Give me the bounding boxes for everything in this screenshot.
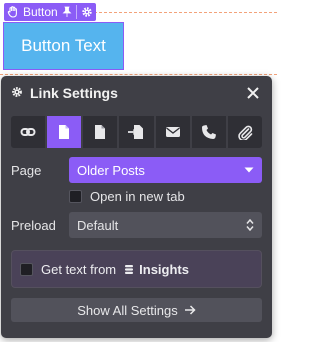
tag-separator [75,5,77,19]
panel-header: Link Settings [1,76,272,110]
close-button[interactable] [244,84,262,102]
preload-row: Preload Default [11,212,262,238]
envelope-icon [165,127,180,137]
arrow-right-icon [184,305,196,315]
show-all-settings-button[interactable]: Show All Settings [11,298,262,322]
show-all-settings-label: Show All Settings [77,302,178,318]
database-icon [125,264,134,274]
gear-icon [11,85,23,101]
page-icon [59,125,70,139]
section-divider [0,74,277,75]
preload-select-value: Default [77,217,119,233]
element-tag[interactable]: Button [4,3,96,21]
link-type-bar [11,116,262,148]
file-import-icon [128,125,144,139]
page-row: Page Older Posts [11,157,262,183]
page-select[interactable]: Older Posts [69,157,262,183]
dynamic-text-prefix: Get text from [41,261,117,277]
dynamic-source[interactable]: Insights [124,262,189,277]
new-tab-label: Open in new tab [90,189,185,204]
new-tab-checkbox[interactable] [69,190,82,203]
preload-select[interactable]: Default [69,212,262,238]
link-icon [20,128,36,136]
page-label: Page [11,162,42,178]
dynamic-source-label: Insights [139,261,189,277]
link-type-attachment[interactable] [227,116,262,148]
paperclip-icon [238,125,253,140]
hand-icon [7,6,19,18]
panel-title: Link Settings [30,85,118,101]
sort-icon [246,219,254,231]
file-icon [95,125,106,139]
preload-label: Preload [11,217,56,233]
gear-icon[interactable] [81,6,93,18]
link-type-import[interactable] [119,116,154,148]
page-select-value: Older Posts [77,162,145,178]
pin-icon[interactable] [62,6,72,18]
link-type-url[interactable] [11,116,46,148]
element-tag-label: Button [23,5,58,19]
button-preview[interactable]: Button Text [3,22,124,70]
close-icon [247,87,259,99]
phone-icon [201,125,216,139]
new-tab-row: Open in new tab [69,189,262,204]
dynamic-text-option: Get text from Insights [11,250,262,288]
caret-down-icon [244,167,254,173]
link-settings-panel: Link Settings Page Older Posts Open in n… [1,76,272,338]
link-type-file[interactable] [83,116,118,148]
dynamic-text-checkbox[interactable] [20,262,33,276]
link-type-phone[interactable] [191,116,226,148]
link-type-page[interactable] [47,116,82,148]
link-type-email[interactable] [155,116,190,148]
